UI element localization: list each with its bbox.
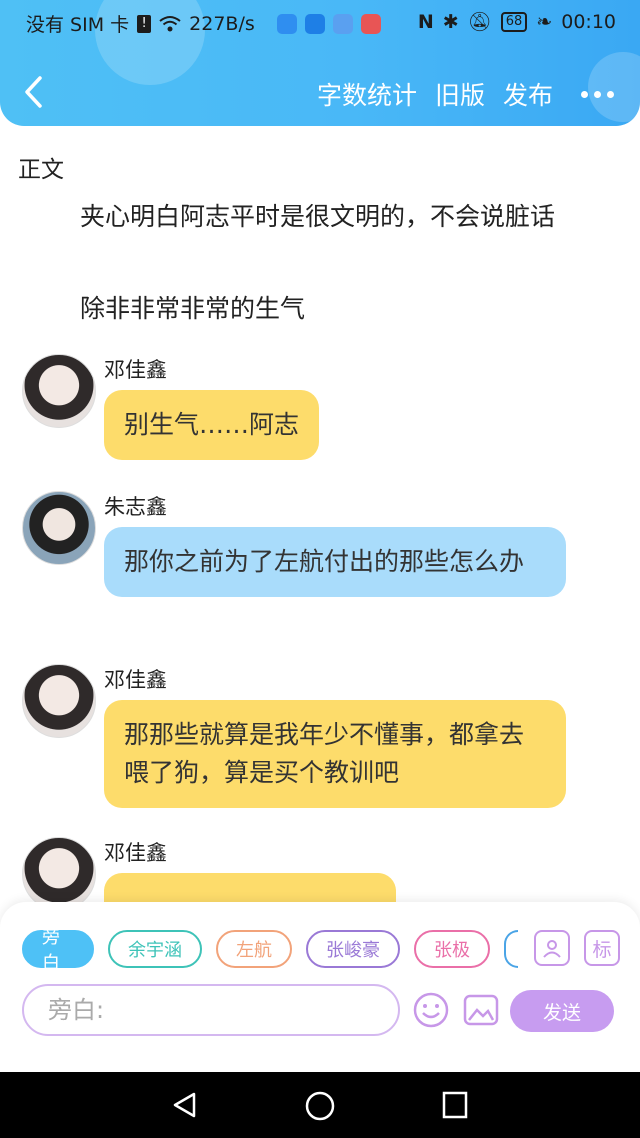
role-chip[interactable]: 余宇涵 xyxy=(108,930,202,968)
book-icon xyxy=(360,13,381,34)
header-actions: 字数统计 旧版 发布 xyxy=(317,76,614,112)
section-label: 正文 xyxy=(18,157,64,183)
speaker-name: 朱志鑫 xyxy=(104,495,167,519)
role-selector: 旁白 余宇涵 左航 张峻豪 张极 xyxy=(22,927,518,974)
narration-paragraph[interactable]: 夹心明白阿志平时是很文明的，不会说脏话 xyxy=(28,198,598,236)
old-version-button[interactable]: 旧版 xyxy=(435,76,485,112)
avatar[interactable] xyxy=(22,354,96,428)
home-nav-icon[interactable] xyxy=(304,1090,336,1122)
sim-alert-icon: ! xyxy=(137,14,152,33)
speaker-name: 邓佳鑫 xyxy=(104,668,167,692)
weather-icon xyxy=(276,13,297,34)
role-chip-narrator[interactable]: 旁白 xyxy=(22,927,94,974)
publish-button[interactable]: 发布 xyxy=(503,76,553,112)
nfc-icon: N xyxy=(417,10,434,33)
speaker-name: 邓佳鑫 xyxy=(104,358,167,382)
wifi-icon xyxy=(159,15,181,31)
character-card-icon[interactable] xyxy=(534,930,570,966)
cloud-icon xyxy=(332,13,353,34)
message-input[interactable]: 旁白: xyxy=(22,984,400,1036)
tag-button[interactable]: 标 xyxy=(584,930,620,966)
bulb-icon xyxy=(304,13,325,34)
avatar[interactable] xyxy=(22,491,96,565)
header: 没有 SIM 卡 ! 227B/s N ✱ 🔕︎ 68 ❧ 00:10 字数统计… xyxy=(0,0,640,126)
recents-nav-icon[interactable] xyxy=(441,1090,469,1120)
role-chip[interactable] xyxy=(504,930,518,968)
status-bar: 没有 SIM 卡 ! 227B/s N ✱ 🔕︎ 68 ❧ 00:10 xyxy=(0,0,640,44)
input-panel: 旁白 余宇涵 左航 张峻豪 张极 标 旁白: 发送 xyxy=(0,902,640,1072)
battery-icon: 68 xyxy=(500,11,528,32)
back-nav-icon[interactable] xyxy=(170,1090,200,1120)
role-chip[interactable]: 张峻豪 xyxy=(306,930,400,968)
avatar[interactable] xyxy=(22,837,96,911)
mute-icon: 🔕︎ xyxy=(467,11,492,33)
leaf-icon: ❧ xyxy=(536,10,553,33)
more-icon[interactable] xyxy=(581,90,614,98)
role-chip[interactable]: 张极 xyxy=(414,930,490,968)
emoji-icon[interactable] xyxy=(412,991,450,1029)
back-icon[interactable] xyxy=(22,74,44,110)
avatar[interactable] xyxy=(22,664,96,738)
narration-paragraph[interactable]: 除非非常非常的生气 xyxy=(28,290,598,328)
message-bubble[interactable]: 那那些就算是我年少不懂事，都拿去喂了狗，算是买个教训吧 xyxy=(104,700,566,808)
bluetooth-icon: ✱ xyxy=(442,10,459,33)
send-button[interactable]: 发送 xyxy=(510,990,614,1032)
image-icon[interactable] xyxy=(462,991,500,1029)
network-speed: 227B/s xyxy=(189,12,255,35)
word-count-button[interactable]: 字数统计 xyxy=(317,76,417,112)
message-bubble[interactable]: 那你之前为了左航付出的那些怎么办 xyxy=(104,527,566,597)
clock: 00:10 xyxy=(561,10,616,33)
message-bubble[interactable]: 别生气……阿志 xyxy=(104,390,320,460)
speaker-name: 邓佳鑫 xyxy=(104,841,167,865)
role-chip[interactable]: 左航 xyxy=(216,930,292,968)
system-nav-bar xyxy=(0,1072,640,1138)
carrier-text: 没有 SIM 卡 xyxy=(26,14,130,36)
